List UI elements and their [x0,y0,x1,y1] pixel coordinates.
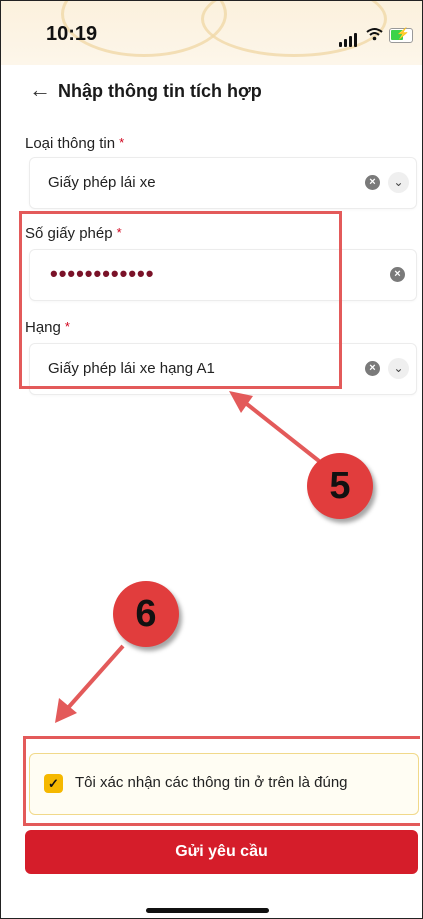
arrow-head [229,391,253,413]
arrow-line [241,399,321,463]
phone-screen: 10:19 ⚡ ← Nhập thông tin tích hợp Loại t… [0,0,423,919]
arrow-line [65,644,125,711]
highlight-box-confirm [23,736,420,826]
annotation-badge-6: 6 [113,581,179,647]
home-indicator [146,908,269,913]
annotation-badge-5: 5 [307,453,373,519]
submit-button[interactable]: Gửi yêu cầu [25,830,418,874]
